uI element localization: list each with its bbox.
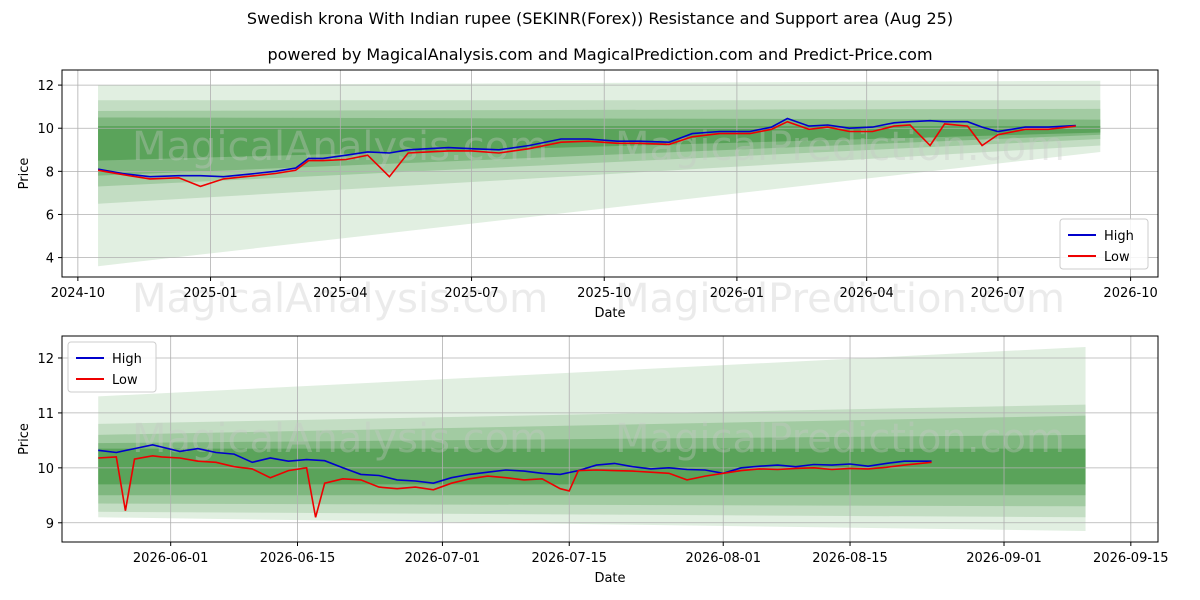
- chart-canvas: MagicalAnalysis.com MagicalPrediction.com…: [17, 69, 1169, 586]
- y-tick-label: 10: [37, 462, 54, 477]
- x-tick-label: 2026-08-15: [812, 551, 888, 566]
- watermark-text: MagicalPrediction.com: [615, 416, 1065, 462]
- x-tick-label: 2026-07: [971, 286, 1025, 301]
- y-axis-label: Price: [17, 423, 32, 455]
- y-axis-label: Price: [17, 158, 32, 190]
- x-tick-label: 2026-06-15: [260, 551, 336, 566]
- y-tick-label: 8: [46, 165, 54, 180]
- x-tick-label: 2026-04: [840, 286, 894, 301]
- x-tick-label: 2026-01: [710, 286, 764, 301]
- x-tick-label: 2026-09-01: [966, 551, 1042, 566]
- x-tick-label: 2025-07: [444, 286, 498, 301]
- y-tick-label: 11: [37, 407, 54, 422]
- x-tick-label: 2026-08-01: [685, 551, 761, 566]
- y-tick-label: 12: [37, 79, 54, 94]
- chart-panel-2: MagicalAnalysis.com MagicalPrediction.com…: [17, 335, 1169, 586]
- x-tick-label: 2024-10: [51, 286, 105, 301]
- x-axis-label: Date: [594, 306, 625, 321]
- x-axis-label: Date: [594, 571, 625, 586]
- x-tick-label: 2026-10: [1103, 286, 1157, 301]
- y-tick-label: 4: [46, 252, 54, 267]
- x-tick-label: 2026-07-01: [405, 551, 481, 566]
- x-tick-label: 2026-06-01: [133, 551, 209, 566]
- watermark-text: MagicalAnalysis.com: [132, 416, 548, 462]
- x-tick-label: 2025-04: [313, 286, 367, 301]
- legend: High Low: [67, 341, 157, 393]
- x-tick-label: 2025-10: [577, 286, 631, 301]
- legend: High Low: [1059, 218, 1149, 270]
- legend-label-low: Low: [1104, 250, 1130, 265]
- x-tick-label: 2026-07-15: [531, 551, 607, 566]
- legend-label-low: Low: [112, 373, 138, 388]
- y-tick-label: 10: [37, 122, 54, 137]
- legend-label-high: High: [1104, 229, 1134, 244]
- chart-panel-1: MagicalAnalysis.com MagicalPrediction.com…: [17, 69, 1159, 322]
- legend-label-high: High: [112, 352, 142, 367]
- y-tick-label: 9: [46, 517, 54, 532]
- y-tick-label: 12: [37, 352, 54, 367]
- x-tick-label: 2026-09-15: [1093, 551, 1169, 566]
- y-tick-label: 6: [46, 208, 54, 223]
- watermark-text: MagicalAnalysis.com: [132, 124, 548, 170]
- x-tick-label: 2025-01: [183, 286, 237, 301]
